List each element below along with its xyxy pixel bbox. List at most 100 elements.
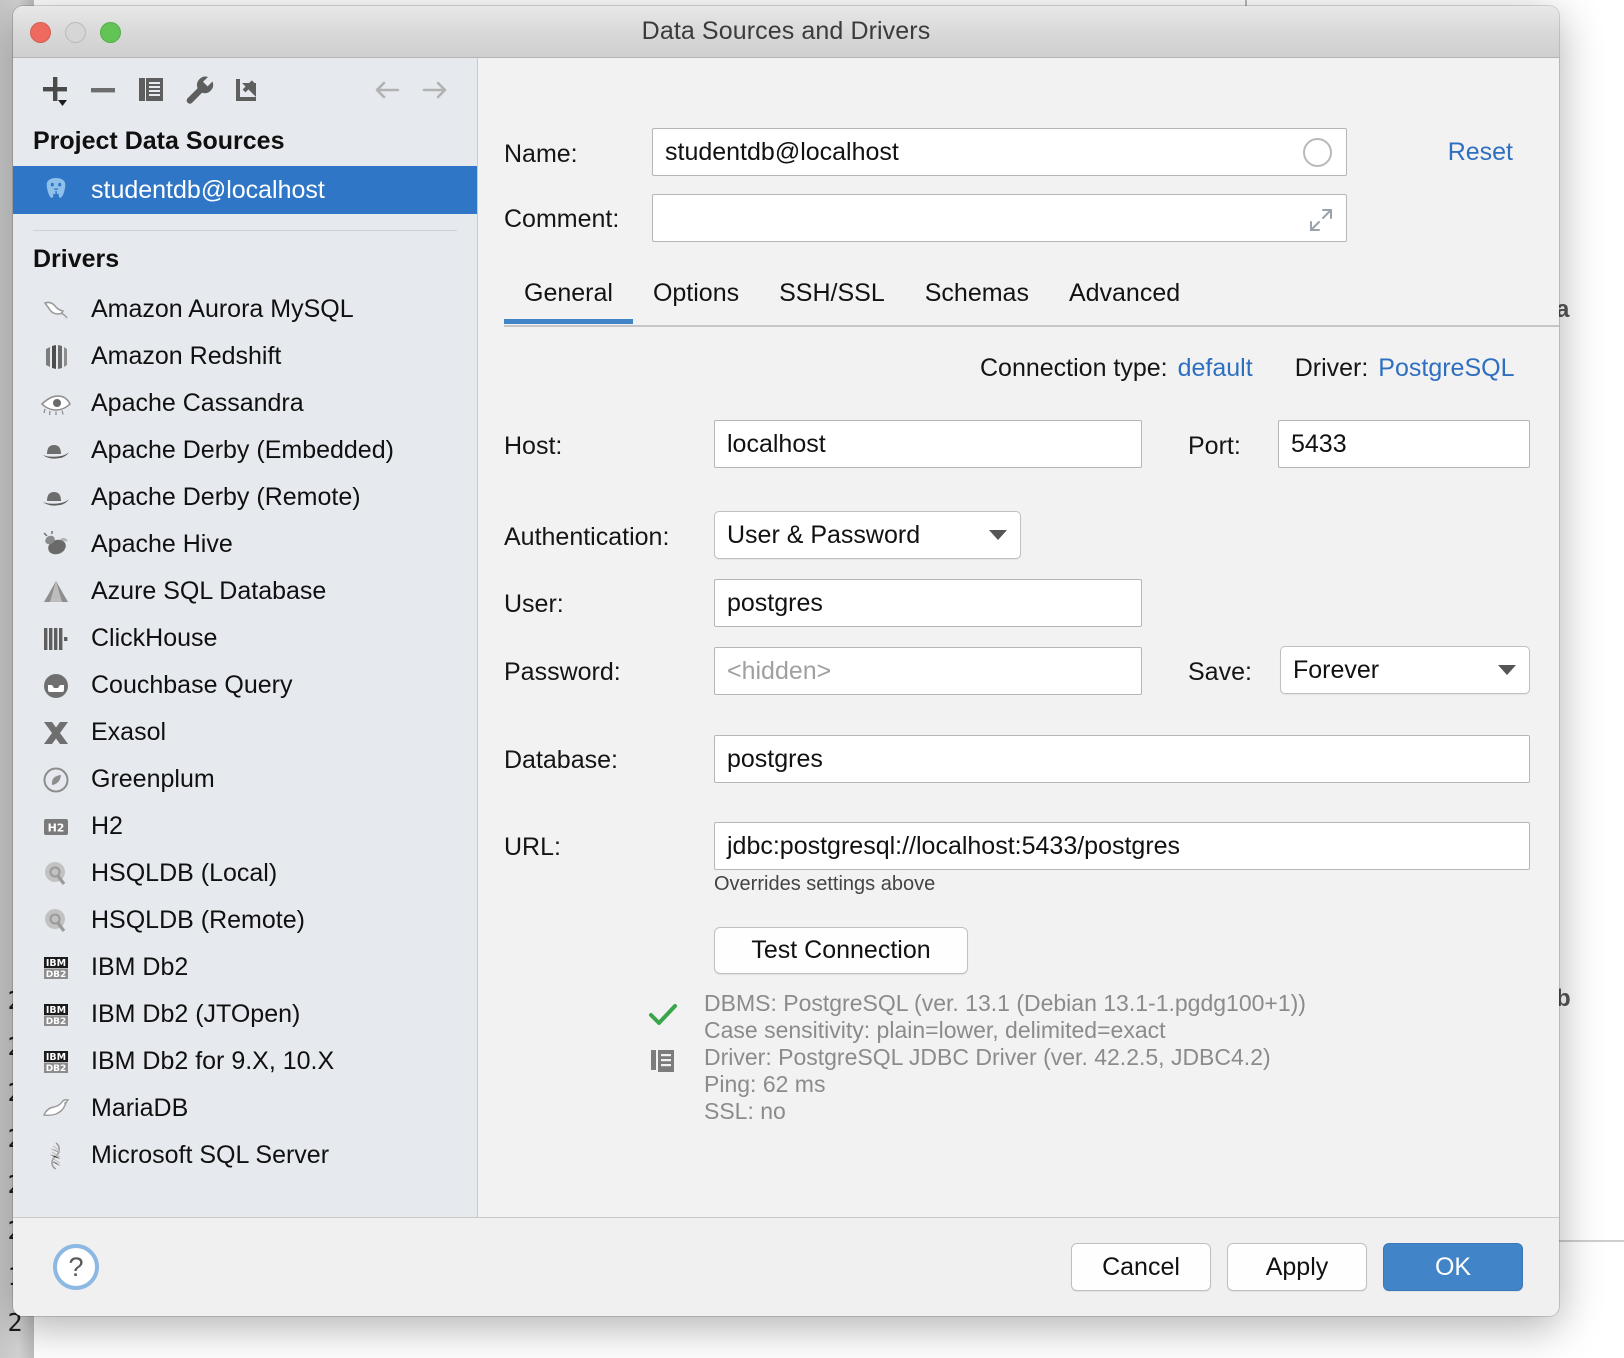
sidebar-item-studentdb[interactable]: studentdb@localhost xyxy=(13,166,477,214)
driver-item-exasol[interactable]: Exasol xyxy=(13,709,477,756)
driver-item-label: Apache Hive xyxy=(91,530,233,558)
close-window-icon[interactable] xyxy=(30,22,51,43)
svg-text:DB2: DB2 xyxy=(46,1017,67,1027)
driver-item-hsqldb-remote[interactable]: HSQLDB (Remote) xyxy=(13,897,477,944)
dialog-body: Project Data Sources studentdb@localhost… xyxy=(13,58,1559,1218)
add-icon[interactable] xyxy=(31,68,79,112)
driver-item-label: IBM Db2 (JTOpen) xyxy=(91,1000,301,1028)
driver-label: Driver: xyxy=(1294,354,1369,382)
tab-ssh-ssl[interactable]: SSH/SSL xyxy=(759,274,905,324)
host-label: Host: xyxy=(504,432,563,460)
expand-icon[interactable] xyxy=(1308,207,1334,233)
settings-pane: Name: studentdb@localhost Reset Comment:… xyxy=(478,58,1559,1217)
tab-general[interactable]: General xyxy=(504,274,633,324)
driver-item-label: Amazon Redshift xyxy=(91,342,282,370)
user-input[interactable]: postgres xyxy=(714,579,1142,627)
driver-item-h2[interactable]: H2 H2 xyxy=(13,803,477,850)
ibm-db2-icon: IBM DB2 xyxy=(35,1049,77,1075)
driver-item-mariadb[interactable]: MariaDB xyxy=(13,1085,477,1132)
forward-arrow-icon[interactable] xyxy=(411,68,459,112)
database-label: Database: xyxy=(504,746,618,774)
remove-icon[interactable] xyxy=(79,68,127,112)
zoom-window-icon[interactable] xyxy=(100,22,121,43)
derby-hat-icon xyxy=(35,487,77,509)
tab-options[interactable]: Options xyxy=(633,274,759,324)
driver-item-amazon-aurora-mysql[interactable]: Amazon Aurora MySQL xyxy=(13,286,477,333)
cassandra-eye-icon xyxy=(35,393,77,415)
save-select[interactable]: Forever xyxy=(1280,646,1530,694)
driver-item-label: Apache Derby (Remote) xyxy=(91,483,361,511)
password-input[interactable]: <hidden> xyxy=(714,647,1142,695)
overrides-note: Overrides settings above xyxy=(714,873,936,895)
svg-text:H2: H2 xyxy=(48,821,65,834)
apply-button[interactable]: Apply xyxy=(1227,1243,1367,1291)
import-icon[interactable] xyxy=(223,68,271,112)
name-input-value: studentdb@localhost xyxy=(665,137,899,166)
settings-tabs: General Options SSH/SSL Schemas Advanced xyxy=(504,274,1559,330)
driver-item-label: Microsoft SQL Server xyxy=(91,1141,330,1169)
authentication-label: Authentication: xyxy=(504,523,670,551)
minimize-window-icon[interactable] xyxy=(65,22,86,43)
driver-item-ibm-db2[interactable]: IBM DB2 IBM Db2 xyxy=(13,944,477,991)
sidebar-toolbar xyxy=(13,58,477,121)
sidebar-item-label: studentdb@localhost xyxy=(91,175,325,204)
user-input-value: postgres xyxy=(727,588,823,617)
connection-type-value[interactable]: default xyxy=(1178,354,1253,383)
name-label: Name: xyxy=(504,140,578,168)
driver-item-hsqldb-local[interactable]: HSQLDB (Local) xyxy=(13,850,477,897)
authentication-select[interactable]: User & Password xyxy=(714,511,1021,559)
ok-button[interactable]: OK xyxy=(1383,1243,1523,1291)
window-title: Data Sources and Drivers xyxy=(641,17,931,45)
driver-item-label: IBM Db2 for 9.X, 10.X xyxy=(91,1047,335,1075)
driver-item-apache-cassandra[interactable]: Apache Cassandra xyxy=(13,380,477,427)
driver-item-azure-sql-database[interactable]: Azure SQL Database xyxy=(13,568,477,615)
user-label: User: xyxy=(504,590,564,618)
port-input[interactable]: 5433 xyxy=(1278,420,1530,468)
database-input[interactable]: postgres xyxy=(714,735,1530,783)
dialog-footer: ? Cancel Apply OK xyxy=(13,1218,1559,1316)
url-input-value: jdbc:postgresql://localhost:5433/postgre… xyxy=(727,831,1181,860)
url-input[interactable]: jdbc:postgresql://localhost:5433/postgre… xyxy=(714,822,1530,870)
svg-text:IBM: IBM xyxy=(46,1052,66,1063)
driver-item-microsoft-sql-server[interactable]: Microsoft SQL Server xyxy=(13,1132,477,1179)
cancel-button[interactable]: Cancel xyxy=(1071,1243,1211,1291)
driver-item-label: MariaDB xyxy=(91,1094,189,1122)
drivers-list: Amazon Aurora MySQL Amazon Redshift Apac… xyxy=(13,286,477,1179)
driver-item-apache-derby-remote[interactable]: Apache Derby (Remote) xyxy=(13,474,477,521)
copy-results-icon[interactable] xyxy=(650,1048,678,1076)
name-input[interactable]: studentdb@localhost xyxy=(652,128,1347,176)
help-button[interactable]: ? xyxy=(53,1244,99,1290)
tab-schemas[interactable]: Schemas xyxy=(905,274,1049,324)
tab-advanced[interactable]: Advanced xyxy=(1049,274,1200,324)
status-circle-icon xyxy=(1303,138,1332,167)
dialog-action-buttons: Cancel Apply OK xyxy=(1071,1243,1523,1291)
driver-item-ibm-db2-jtopen[interactable]: IBM DB2 IBM Db2 (JTOpen) xyxy=(13,991,477,1038)
comment-label: Comment: xyxy=(504,205,620,233)
comment-input[interactable] xyxy=(652,194,1347,242)
driver-item-amazon-redshift[interactable]: Amazon Redshift xyxy=(13,333,477,380)
azure-icon xyxy=(35,579,77,605)
back-arrow-icon[interactable] xyxy=(363,68,411,112)
driver-item-clickhouse[interactable]: ClickHouse xyxy=(13,615,477,662)
driver-item-ibm-db2-9x-10x[interactable]: IBM DB2 IBM Db2 for 9.X, 10.X xyxy=(13,1038,477,1085)
driver-item-apache-hive[interactable]: Apache Hive xyxy=(13,521,477,568)
sidebar-nav-buttons xyxy=(363,68,459,112)
success-check-icon xyxy=(649,1004,677,1025)
driver-item-apache-derby-embedded[interactable]: Apache Derby (Embedded) xyxy=(13,427,477,474)
host-input[interactable]: localhost xyxy=(714,420,1142,468)
reset-link[interactable]: Reset xyxy=(1448,138,1513,167)
driver-item-couchbase-query[interactable]: Couchbase Query xyxy=(13,662,477,709)
driver-item-label: Exasol xyxy=(91,718,167,746)
copy-icon[interactable] xyxy=(127,68,175,112)
driver-item-greenplum[interactable]: Greenplum xyxy=(13,756,477,803)
database-input-value: postgres xyxy=(727,744,823,773)
driver-item-label: H2 xyxy=(91,812,123,840)
mysql-dolphin-icon xyxy=(35,297,77,323)
driver-value[interactable]: PostgreSQL xyxy=(1378,354,1514,383)
driver-item-label: Amazon Aurora MySQL xyxy=(91,295,354,323)
driver-item-label: Greenplum xyxy=(91,765,215,793)
svg-text:IBM: IBM xyxy=(46,1005,66,1016)
wrench-icon[interactable] xyxy=(175,68,223,112)
test-connection-button[interactable]: Test Connection xyxy=(714,927,968,974)
derby-hat-icon xyxy=(35,440,77,462)
